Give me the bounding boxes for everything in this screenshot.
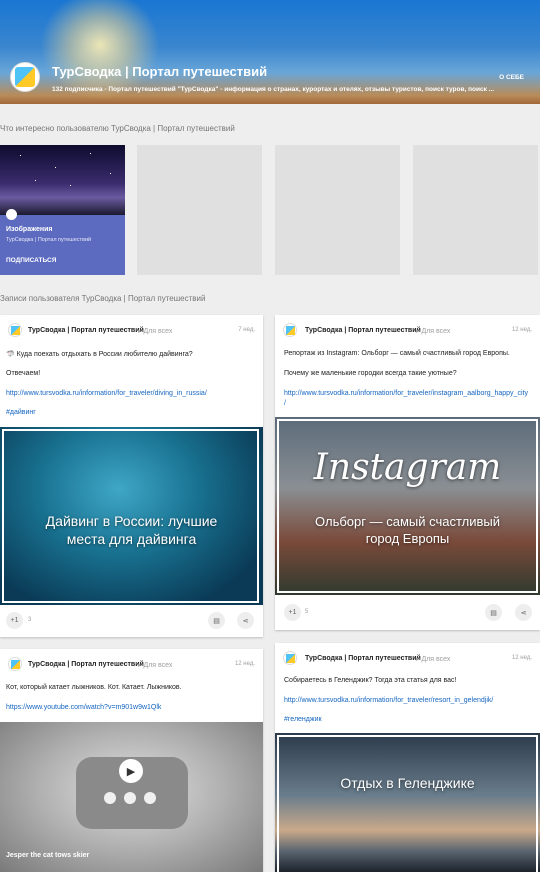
collection-owner: ТурСводка | Портал путешествий [6,237,92,243]
dot-icon [124,792,136,804]
post-link[interactable]: http://www.tursvodka.ru/information/for_… [6,390,207,397]
post-image[interactable]: Instagram Ольборг — самый счастливый гор… [275,417,540,595]
post-author[interactable]: ТурСводка | Портал путешествий [28,661,144,668]
header-cover-image [40,0,160,100]
post-visibility: ▸ Для всех [138,662,173,669]
image-caption: Дайвинг в России: лучшие места для дайви… [45,513,218,547]
post-image[interactable]: Отдых в Геленджике [275,733,540,872]
post-time[interactable]: 12 нед. [512,327,532,333]
collection-placeholder [413,145,538,275]
post-visibility: ▸ Для всех [416,656,451,663]
post-image[interactable]: Дайвинг в России: лучшие места для дайви… [0,427,263,605]
dot-icon [144,792,156,804]
page-title[interactable]: ТурСводка | Портал путешествий [52,64,267,79]
image-frame [277,419,538,593]
collection-title: Изображения [6,226,53,233]
plus-one-button[interactable]: +1 [284,604,301,621]
post-link[interactable]: https://www.youtube.com/watch?v=m901w9w1… [6,704,161,711]
about-link[interactable]: О СЕБЕ [499,74,524,81]
post-text: Репортаж из Instagram: Ольборг — самый с… [284,350,510,357]
post-link[interactable]: http://www.tursvodka.ru/information/for_… [284,390,528,397]
avatar[interactable] [10,62,40,92]
interest-section-label: Что интересно пользователю ТурСводка | П… [0,124,235,133]
post-text: Собираетесь в Геленджик? Тогда эта стать… [284,677,457,684]
comment-icon[interactable]: ▤ [485,604,502,621]
post-text: Почему же маленькие городки всегда такие… [284,370,457,377]
video-thumbnail[interactable]: ▶ Jesper the cat tows skier [0,722,263,872]
plus-one-button[interactable]: +1 [6,612,23,629]
post-card: ТурСводка | Портал путешествий ▸ Для все… [275,643,540,872]
post-author[interactable]: ТурСводка | Портал путешествий [28,327,144,334]
instagram-wordmark: Instagram [313,447,502,488]
share-icon[interactable]: ⋖ [237,612,254,629]
image-frame [277,735,538,872]
play-icon[interactable]: ▶ [119,759,143,783]
post-time[interactable]: 7 нед. [238,327,255,333]
collection-placeholder [137,145,262,275]
page-subtitle: 132 подписчика - Портал путешествий "Тур… [52,86,495,93]
post-visibility: ▸ Для всех [138,328,173,335]
post-text: 🦈 Куда поехать отдыхать в России любител… [6,351,193,358]
post-text: Отвечаем! [6,370,41,377]
post-card: ТурСводка | Портал путешествий ▸ Для все… [275,315,540,630]
author-avatar[interactable] [283,651,297,665]
follow-button[interactable]: ПОДПИСАТЬСЯ [6,257,56,264]
author-avatar[interactable] [283,323,297,337]
author-avatar[interactable] [8,323,22,337]
share-icon[interactable]: ⋖ [515,604,532,621]
posts-section-label: Записи пользователя ТурСводка | Портал п… [0,294,206,303]
post-hashtag[interactable]: #геленджик [284,716,322,723]
post-author[interactable]: ТурСводка | Портал путешествий [305,655,421,662]
video-title[interactable]: Jesper the cat tows skier [6,852,89,859]
post-link[interactable]: http://www.tursvodka.ru/information/for_… [284,697,493,704]
author-avatar[interactable] [8,657,22,671]
dot-icon [104,792,116,804]
post-link[interactable]: / [284,400,286,407]
plus-one-count: 3 [28,617,32,623]
post-card: ТурСводка | Портал путешествий ▸ Для все… [0,649,263,872]
comment-icon[interactable]: ▤ [208,612,225,629]
post-text: Кот, который катает лыжников. Кот. Катае… [6,684,182,691]
post-hashtag[interactable]: #дайвинг [6,409,36,416]
profile-header: ТурСводка | Портал путешествий 132 подпи… [0,0,540,104]
collection-card[interactable]: Изображения ТурСводка | Портал путешеств… [0,145,125,275]
collection-placeholder [275,145,400,275]
post-time[interactable]: 12 нед. [235,661,255,667]
plus-one-count: 5 [305,609,309,615]
image-caption: Ольборг — самый счастливый город Европы [315,514,500,546]
collection-icon [6,209,17,220]
post-visibility: ▸ Для всех [416,328,451,335]
image-caption: Отдых в Геленджике [340,775,475,791]
post-time[interactable]: 12 нед. [512,655,532,661]
collection-cover-image [0,145,125,215]
post-author[interactable]: ТурСводка | Портал путешествий [305,327,421,334]
post-card: ТурСводка | Портал путешествий ▸ Для все… [0,315,263,637]
brand-logo-icon [15,67,35,87]
